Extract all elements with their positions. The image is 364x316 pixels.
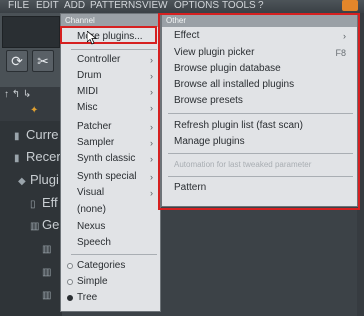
submenu-arrow-icon: › <box>150 55 153 65</box>
arrow-icon: ↑ ↰ ↳ <box>4 89 32 100</box>
radio-selected-icon <box>67 295 73 301</box>
separator <box>71 254 157 255</box>
plugin-icon: ▥ <box>42 267 52 278</box>
plugin-icon: ▥ <box>42 244 52 255</box>
menu-item-view-plugin-picker[interactable]: View plugin picker F8 <box>174 45 352 61</box>
submenu-arrow-icon: › <box>343 31 346 41</box>
menu-item-speech[interactable]: Speech <box>77 235 159 251</box>
submenu-arrow-icon: › <box>150 154 153 164</box>
submenu-arrow-icon: › <box>150 122 153 132</box>
refresh-icon[interactable]: ⟳ <box>6 50 28 72</box>
menu-item-automation-last-tweaked: Automation for last tweaked parameter <box>174 160 312 169</box>
submenu-arrow-icon: › <box>150 103 153 113</box>
menubar: FILE EDIT ADD PATTERNS VIEW OPTIONS TOOL… <box>0 0 364 13</box>
channel-header: Channel <box>61 14 160 27</box>
menu-patterns[interactable]: PATTERNS <box>90 0 142 11</box>
menu-item-manage-plugins[interactable]: Manage plugins <box>174 134 352 150</box>
snap-icon[interactable]: ✦ <box>30 105 38 116</box>
menu-item-patcher[interactable]: Patcher › <box>77 119 159 135</box>
plugin-browser: ▮ Curre ▮ Recer ◆ Plugi ▯ Eff ▥ Ge ▥ ▥ ▥ <box>0 121 62 316</box>
menu-item-pattern[interactable]: Pattern <box>174 180 352 196</box>
view-mode-simple[interactable]: Simple <box>67 274 159 290</box>
view-mode-tree[interactable]: Tree <box>67 290 159 306</box>
toolbar-display <box>2 16 60 48</box>
menu-item-misc[interactable]: Misc › <box>77 100 159 116</box>
menu-help[interactable]: ? <box>258 0 264 11</box>
menu-item-nexus[interactable]: Nexus <box>77 219 159 235</box>
folder-icon: ▮ <box>14 153 20 164</box>
menu-item-controller[interactable]: Controller › <box>77 52 159 68</box>
more-plugins-item[interactable]: More plugins... <box>77 29 159 45</box>
add-menu-channel-panel: Channel More plugins... Controller › Drum… <box>60 13 161 312</box>
background-panel <box>357 13 364 316</box>
separator <box>71 49 157 50</box>
shortcut-label: F8 <box>335 48 346 58</box>
menu-item-sampler[interactable]: Sampler › <box>77 135 159 151</box>
menu-options[interactable]: OPTIONS <box>174 0 219 11</box>
menu-item-browse-all-installed[interactable]: Browse all installed plugins <box>174 77 352 93</box>
add-menu-other-panel: Other Effect › View plugin picker F8 Brows… <box>161 13 358 207</box>
submenu-arrow-icon: › <box>150 138 153 148</box>
radio-icon <box>67 263 73 269</box>
view-mode-categories[interactable]: Categories <box>67 258 159 274</box>
submenu-arrow-icon: › <box>150 87 153 97</box>
menu-item-drum[interactable]: Drum › <box>77 68 159 84</box>
menu-item-visual[interactable]: Visual › <box>77 185 159 201</box>
app-logo-icon <box>342 0 358 11</box>
scissors-icon[interactable]: ✂ <box>32 50 54 72</box>
plugin-icon: ▯ <box>30 199 36 210</box>
menu-view[interactable]: VIEW <box>142 0 168 11</box>
submenu-arrow-icon: › <box>150 188 153 198</box>
menu-item-browse-plugin-database[interactable]: Browse plugin database <box>174 61 352 77</box>
menu-item-midi[interactable]: MIDI › <box>77 84 159 100</box>
toolbar-left: ⟳ ✂ <box>0 13 62 87</box>
menu-item-effect[interactable]: Effect › <box>174 28 352 44</box>
menu-item-refresh-plugin-list[interactable]: Refresh plugin list (fast scan) <box>174 118 352 134</box>
separator <box>168 153 353 154</box>
toolbar-strip: ↑ ↰ ↳ ✦ <box>0 87 62 121</box>
other-header: Other <box>162 14 357 27</box>
menu-file[interactable]: FILE <box>8 0 29 11</box>
separator <box>168 176 353 177</box>
separator <box>168 113 353 114</box>
menu-tools[interactable]: TOOLS <box>222 0 256 11</box>
menu-item-synth-special[interactable]: Synth special › <box>77 169 159 185</box>
submenu-arrow-icon: › <box>150 172 153 182</box>
radio-icon <box>67 279 73 285</box>
menu-item-synth-classic[interactable]: Synth classic › <box>77 151 159 167</box>
plugin-icon: ▥ <box>30 221 40 232</box>
submenu-arrow-icon: › <box>150 71 153 81</box>
menu-item-browse-presets[interactable]: Browse presets <box>174 93 352 109</box>
menu-add[interactable]: ADD <box>64 0 85 11</box>
plugin-icon: ▥ <box>42 290 52 301</box>
plugin-icon: ◆ <box>18 176 26 187</box>
menu-edit[interactable]: EDIT <box>36 0 59 11</box>
folder-icon: ▮ <box>14 131 20 142</box>
menu-item-none[interactable]: (none) <box>77 202 159 218</box>
